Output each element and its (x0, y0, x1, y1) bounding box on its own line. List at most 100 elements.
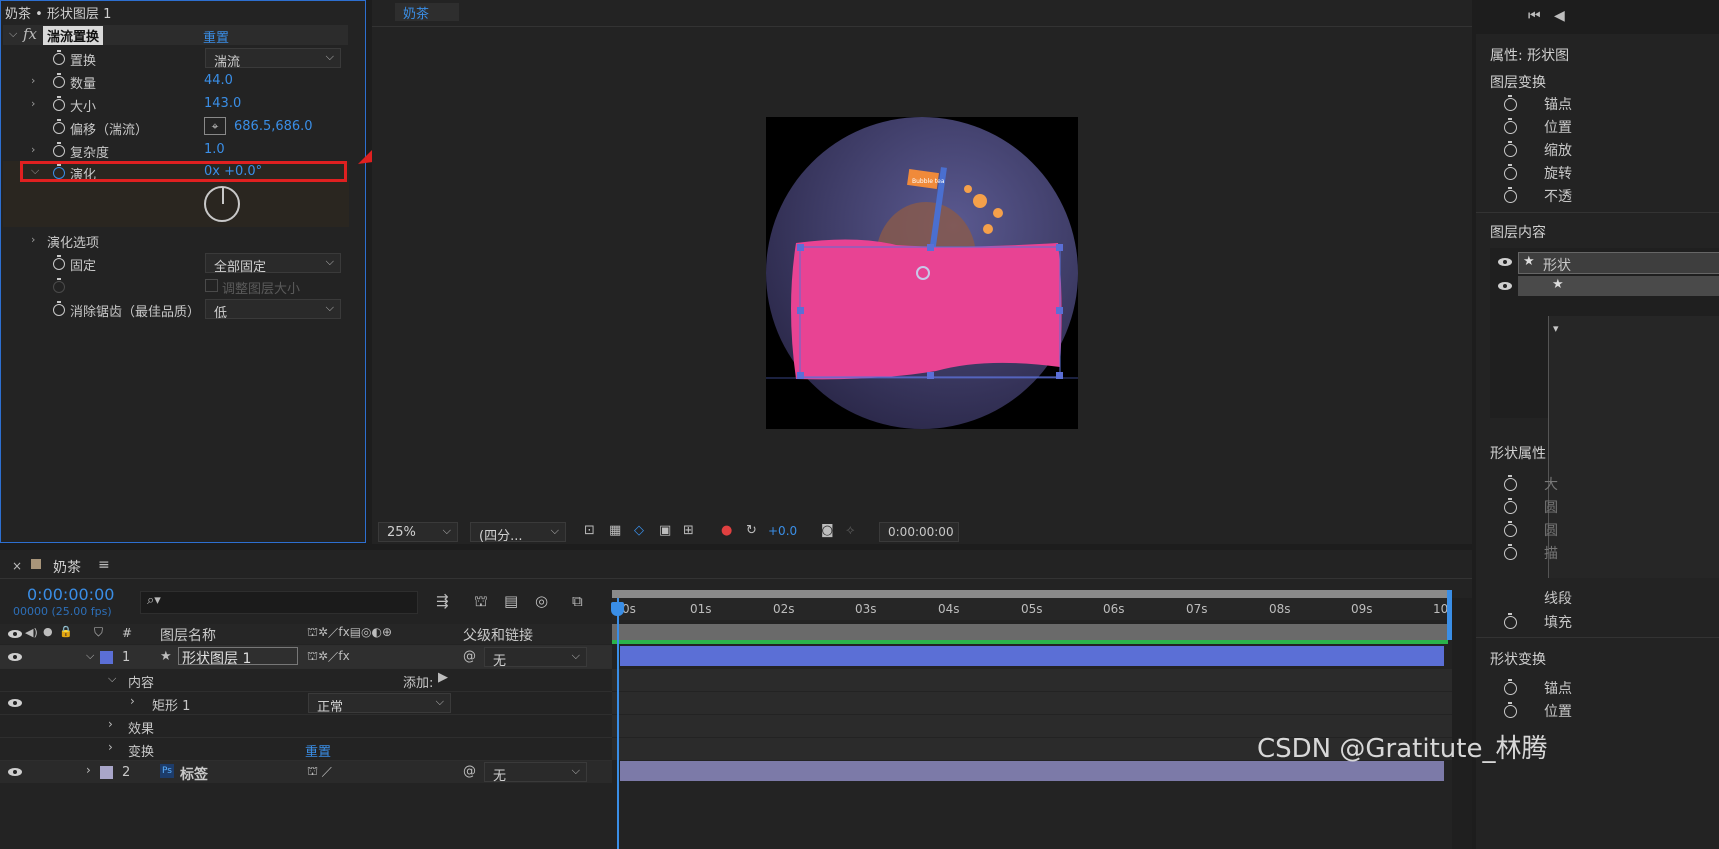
grid-guides-icon[interactable]: ⊞ (683, 523, 694, 538)
shy-layers-icon[interactable]: ⛫ (474, 592, 488, 612)
complexity-value[interactable]: 1.0 (204, 142, 225, 157)
graph-editor-icon[interactable]: ⧉ (572, 592, 583, 610)
stopwatch-icon[interactable] (1504, 475, 1517, 491)
resize-checkbox[interactable] (205, 279, 218, 292)
composition-canvas[interactable]: Bubble tea (766, 117, 1078, 429)
stopwatch-icon[interactable] (53, 301, 65, 316)
amount-value[interactable]: 44.0 (204, 73, 233, 88)
layer-name-field[interactable]: 形状图层 1 (178, 647, 298, 667)
frame-blending-icon[interactable]: ▤ (504, 592, 518, 610)
eye-icon[interactable] (1498, 282, 1512, 290)
stopwatch-icon[interactable] (1504, 702, 1517, 718)
stopwatch-icon[interactable] (1504, 679, 1517, 695)
pickwhip-icon[interactable]: @ (463, 764, 476, 779)
prop-label[interactable]: 演化选项 (47, 232, 99, 251)
stopwatch-icon[interactable] (53, 142, 65, 157)
stopwatch-icon[interactable] (1504, 164, 1517, 180)
stopwatch-icon[interactable] (1504, 118, 1517, 134)
chevron-right-icon[interactable]: › (130, 694, 135, 708)
composition-navigator-icon[interactable]: ⇶ (436, 592, 449, 610)
displacement-dropdown[interactable]: 湍流 ⌵ (205, 48, 341, 70)
parent-dropdown[interactable]: 无 ⌵ (484, 762, 587, 784)
snapshot-camera-icon[interactable]: ◙ (821, 523, 834, 538)
layer-row-1[interactable]: ⌵ 1 ★ 形状图层 1 ⛫✲⟋fx @ 无 ⌵ (0, 645, 612, 669)
stopwatch-icon[interactable] (1504, 498, 1517, 514)
offset-value[interactable]: 686.5,686.0 (234, 119, 313, 134)
stopwatch-icon[interactable] (1504, 544, 1517, 560)
chevron-right-icon[interactable]: › (31, 74, 35, 87)
contents-row[interactable]: ⌵ 内容 添加: ▶ (0, 668, 612, 691)
chevron-right-icon[interactable]: › (108, 717, 113, 731)
close-icon[interactable]: × (12, 559, 22, 573)
size-value[interactable]: 143.0 (204, 96, 241, 111)
transparency-grid-icon[interactable]: ▦ (609, 523, 621, 538)
stopwatch-icon[interactable] (53, 119, 65, 134)
zoom-dropdown[interactable]: 25% ⌵ (378, 522, 458, 542)
work-area-bar[interactable] (612, 590, 1452, 598)
label-tag-icon[interactable]: ⛉ (94, 625, 103, 640)
layer-switches[interactable]: ⛫ ⟋ (307, 764, 332, 780)
stopwatch-icon[interactable] (1504, 613, 1517, 629)
timeline-timecode[interactable]: 0:00:00:00 (27, 585, 114, 604)
chevron-right-icon[interactable]: › (31, 233, 35, 246)
motion-blur-icon[interactable]: ◎ (535, 592, 548, 610)
stopwatch-icon[interactable] (53, 255, 65, 270)
transform-reset-link[interactable]: 重置 (305, 741, 331, 760)
label-color-swatch[interactable] (100, 766, 113, 779)
angle-dial[interactable] (204, 186, 240, 222)
rect-row[interactable]: › 矩形 1 正常 ⌵ (0, 691, 612, 715)
playhead[interactable] (617, 598, 619, 849)
stopwatch-icon[interactable] (1504, 187, 1517, 203)
col-layer-name[interactable]: 图层名称 (160, 625, 216, 645)
solo-icon[interactable]: ● (43, 625, 53, 638)
stopwatch-icon[interactable] (1504, 95, 1517, 111)
effect-reset-link[interactable]: 重置 (203, 27, 229, 46)
contents-item-shape[interactable]: ★ 形状 (1518, 252, 1719, 274)
stopwatch-icon[interactable] (53, 96, 65, 111)
contents-item-rect[interactable]: ★ (1518, 276, 1719, 296)
effect-name[interactable]: 湍流置换 (43, 26, 104, 45)
tab-timeline-comp[interactable]: 奶茶 (53, 557, 81, 577)
eye-icon[interactable] (8, 699, 22, 707)
stopwatch-icon[interactable] (1504, 141, 1517, 157)
mask-visibility-icon[interactable]: ◇ (634, 523, 644, 538)
resolution-dropdown[interactable]: (四分... ⌵ (470, 522, 566, 544)
timeline-scrollbar[interactable] (1452, 598, 1472, 849)
eye-icon[interactable] (1498, 258, 1512, 266)
exposure-value[interactable]: +0.0 (768, 524, 797, 538)
layer-row-2[interactable]: › 2 Ps 标签 ⛫ ⟋ @ 无 ⌵ (0, 760, 612, 784)
label-color-swatch[interactable] (100, 651, 113, 664)
region-of-interest-icon[interactable]: ▣ (659, 523, 671, 538)
antialias-dropdown[interactable]: 低 ⌵ (205, 299, 341, 321)
chevron-down-icon[interactable]: ⌵ (9, 27, 17, 41)
chevron-right-icon[interactable]: › (86, 763, 91, 777)
eye-icon[interactable] (8, 630, 22, 638)
skip-to-start-icon[interactable]: ⏮ (1528, 8, 1541, 24)
lock-icon[interactable]: 🔒 (59, 625, 73, 638)
add-menu-icon[interactable]: ▶ (438, 670, 448, 685)
effects-row[interactable]: › 效果 (0, 714, 612, 737)
stopwatch-icon[interactable] (53, 73, 65, 88)
color-channels-icon[interactable]: ● (721, 523, 732, 538)
chevron-right-icon[interactable]: › (108, 740, 113, 754)
tab-composition[interactable]: 奶茶 (395, 3, 459, 22)
fx-icon[interactable]: fx (23, 25, 37, 43)
timeline-search-input[interactable]: ⌕▾ (140, 591, 418, 614)
parent-dropdown[interactable]: 无 ⌵ (484, 647, 587, 669)
blend-mode-dropdown[interactable]: 正常 ⌵ (308, 693, 451, 715)
show-snapshot-icon[interactable]: ⟡ (846, 523, 855, 538)
crosshair-icon[interactable]: ⌖ (204, 117, 226, 135)
chevron-right-icon[interactable]: › (31, 143, 35, 156)
pinning-dropdown[interactable]: 全部固定 ⌵ (205, 253, 341, 275)
previous-frame-icon[interactable]: ◀ (1554, 8, 1565, 24)
menu-icon[interactable]: ≡ (98, 557, 110, 573)
exposure-reset-icon[interactable]: ↻ (746, 523, 757, 538)
chevron-down-icon[interactable]: ⌵ (108, 672, 116, 686)
chevron-down-icon[interactable]: ▾ (1553, 322, 1559, 335)
audio-icon[interactable]: ◀) (25, 626, 38, 639)
layer-bar-1[interactable] (620, 646, 1444, 666)
transform-row[interactable]: › 变换 重置 (0, 737, 612, 760)
effect-header-row[interactable]: ⌵ fx 湍流置换 重置 (3, 25, 348, 46)
eye-icon[interactable] (8, 768, 22, 776)
col-parent[interactable]: 父级和链接 (463, 625, 533, 645)
